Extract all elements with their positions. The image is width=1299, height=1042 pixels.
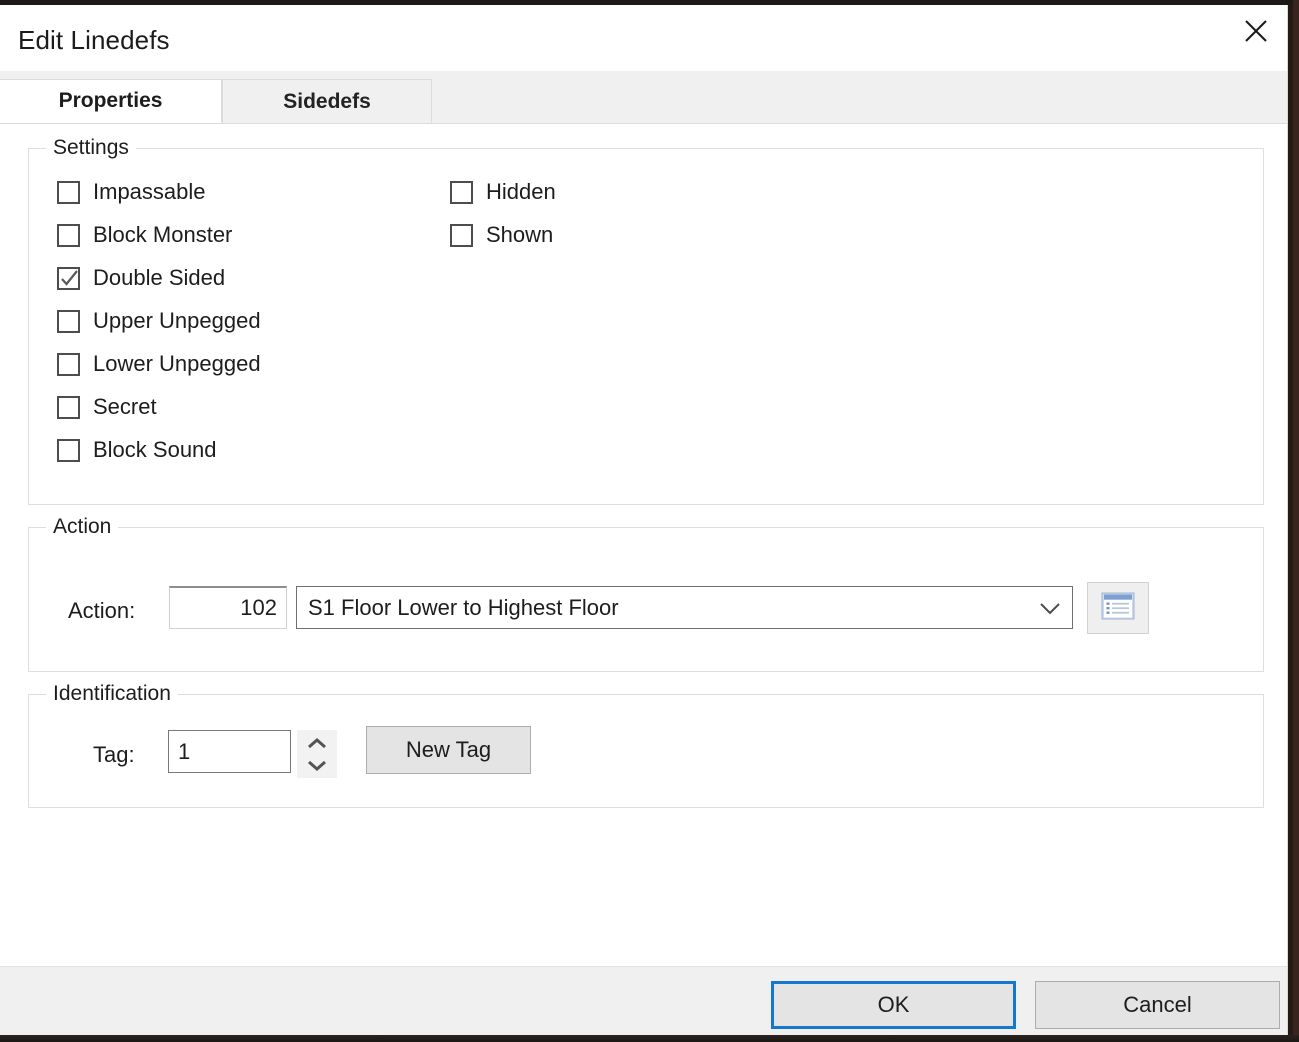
checkbox-label: Block Monster [93, 222, 233, 247]
checkbox-hidden[interactable]: Hidden [450, 179, 556, 205]
settings-group: Settings Impassable Block Monster Double… [28, 136, 1264, 505]
action-number-value: 102 [240, 595, 277, 620]
checkbox-box [57, 438, 80, 462]
action-select[interactable]: S1 Floor Lower to Highest Floor [296, 586, 1073, 629]
checkbox-label: Impassable [93, 179, 206, 204]
checkbox-box [450, 223, 473, 247]
tag-field-label: Tag: [93, 742, 135, 767]
checkbox-box [57, 395, 80, 419]
action-field-label: Action: [68, 598, 136, 623]
action-list-browse-icon [1101, 592, 1135, 625]
new-tag-button-label: New Tag [405, 737, 492, 762]
checkbox-block-sound[interactable]: Block Sound [57, 437, 217, 463]
checkbox-double-sided[interactable]: Double Sided [57, 265, 225, 291]
checkbox-box [57, 352, 80, 376]
window-frame-bottom-edge [0, 1035, 1299, 1042]
chevron-up-icon[interactable] [297, 732, 337, 754]
checkbox-lower-unpegged[interactable]: Lower Unpegged [57, 351, 261, 377]
cancel-button-label: Cancel [1123, 992, 1192, 1017]
browse-actions-button[interactable] [1087, 582, 1149, 634]
action-group: Action Action: 102 S1 Floor Lower to Hig… [28, 515, 1264, 672]
chevron-down-icon[interactable] [297, 754, 337, 776]
close-button[interactable] [1225, 5, 1287, 57]
action-number-input[interactable]: 102 [169, 586, 287, 629]
checkbox-secret[interactable]: Secret [57, 394, 157, 420]
settings-group-legend: Settings [46, 136, 136, 160]
checkbox-box [57, 309, 80, 333]
edit-linedefs-dialog: Edit Linedefs Properties Sidedefs Settin… [0, 5, 1288, 1042]
checkbox-upper-unpegged[interactable]: Upper Unpegged [57, 308, 261, 334]
dialog-titlebar: Edit Linedefs [0, 5, 1287, 71]
dialog-footer: OK Cancel [0, 966, 1287, 1042]
tabstrip: Properties Sidedefs [0, 71, 1287, 124]
checkbox-box [57, 223, 80, 247]
chevron-down-icon [1028, 601, 1072, 615]
checkbox-box [57, 266, 80, 290]
tab-properties-label: Properties [58, 89, 163, 112]
identification-group: Identification Tag: 1 New Tag [28, 682, 1264, 808]
cancel-button[interactable]: Cancel [1035, 981, 1280, 1029]
tag-input[interactable]: 1 [168, 730, 291, 773]
tab-sidedefs-label: Sidedefs [283, 89, 371, 113]
tab-sidedefs[interactable]: Sidedefs [222, 79, 432, 123]
checkbox-label: Secret [93, 394, 157, 419]
checkbox-shown[interactable]: Shown [450, 222, 553, 248]
tab-content-properties: Settings Impassable Block Monster Double… [0, 124, 1287, 966]
tab-properties[interactable]: Properties [0, 79, 222, 123]
checkbox-label: Upper Unpegged [93, 308, 261, 333]
tag-input-value: 1 [178, 738, 191, 764]
identification-group-legend: Identification [46, 682, 178, 706]
checkbox-label: Block Sound [93, 437, 217, 462]
checkbox-label: Shown [486, 222, 554, 247]
dialog-title: Edit Linedefs [18, 25, 170, 55]
checkbox-box [57, 180, 80, 204]
ok-button[interactable]: OK [771, 981, 1016, 1029]
checkbox-label: Lower Unpegged [93, 351, 261, 376]
action-group-legend: Action [46, 515, 119, 539]
checkbox-label: Hidden [486, 179, 556, 204]
new-tag-button[interactable]: New Tag [366, 726, 531, 774]
checkbox-box [450, 180, 473, 204]
screen: Edit Linedefs Properties Sidedefs Settin… [0, 0, 1299, 1042]
checkbox-label: Double Sided [93, 265, 226, 290]
checkbox-impassable[interactable]: Impassable [57, 179, 206, 205]
window-frame-right-edge [1293, 0, 1299, 1042]
tag-stepper[interactable] [297, 730, 337, 778]
checkbox-block-monster[interactable]: Block Monster [57, 222, 232, 248]
ok-button-label: OK [877, 992, 910, 1017]
action-select-value: S1 Floor Lower to Highest Floor [308, 594, 619, 620]
close-icon [1243, 18, 1269, 44]
